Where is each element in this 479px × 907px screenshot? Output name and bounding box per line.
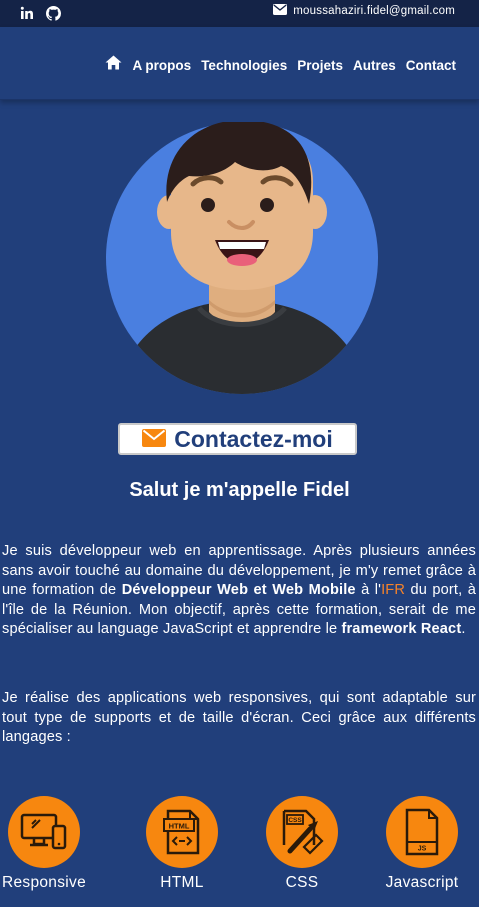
about-text: . <box>461 621 466 637</box>
about-text: à l' <box>355 582 382 598</box>
skill-label: Responsive <box>2 874 86 891</box>
responsive-devices-icon <box>8 796 80 868</box>
email-address: moussahaziri.fidel@gmail.com <box>293 5 455 17</box>
nav-item-contact[interactable]: Contact <box>406 58 456 73</box>
github-icon[interactable] <box>46 6 61 26</box>
skill-label: Javascript <box>385 874 459 891</box>
nav-item-technologies[interactable]: Technologies <box>201 58 287 73</box>
social-links <box>20 6 61 26</box>
contact-button-label: Contactez-moi <box>174 425 333 452</box>
home-icon[interactable] <box>105 55 122 75</box>
ifr-link[interactable]: IFR <box>381 582 405 598</box>
nav-item-autres[interactable]: Autres <box>353 58 396 73</box>
about-bold-formation: Développeur Web et Web Mobile <box>121 582 356 598</box>
nav-item-a-propos[interactable]: A propos <box>132 58 191 73</box>
envelope-icon <box>273 4 288 18</box>
avatar <box>97 119 387 394</box>
navbar: A propos Technologies Projets Autres Con… <box>0 27 479 100</box>
skill-css: CSS CSS <box>247 796 357 892</box>
svg-text:HTML: HTML <box>169 822 190 831</box>
envelope-icon <box>142 426 167 453</box>
skill-javascript: JS Javascript <box>367 796 477 892</box>
svg-text:JS: JS <box>418 846 427 853</box>
about-bold-framework: framework React <box>341 621 462 637</box>
about-paragraph-1: Je suis développeur web en apprentissage… <box>2 542 476 640</box>
js-file-icon: JS <box>386 796 458 868</box>
skill-html: HTML HTML <box>127 796 237 892</box>
top-bar: moussahaziri.fidel@gmail.com <box>0 0 479 27</box>
main-nav: A propos Technologies Projets Autres Con… <box>105 55 456 75</box>
skill-label: CSS <box>285 874 319 891</box>
css-file-icon: CSS <box>266 796 338 868</box>
skill-label: HTML <box>160 874 204 891</box>
skills-row: Responsive HTML HTML CSS CSS JS Javascri… <box>0 796 479 896</box>
skill-responsive: Responsive <box>0 796 99 892</box>
greeting-title: Salut je m'appelle Fidel <box>129 479 350 501</box>
svg-text:CSS: CSS <box>288 817 302 824</box>
email-link[interactable]: moussahaziri.fidel@gmail.com <box>273 4 455 18</box>
nav-item-projets[interactable]: Projets <box>297 58 343 73</box>
html-file-icon: HTML <box>146 796 218 868</box>
about-paragraph-2: Je réalise des applications web responsi… <box>2 690 476 745</box>
contact-button[interactable]: Contactez-moi <box>118 423 357 455</box>
linkedin-icon[interactable] <box>20 6 34 26</box>
